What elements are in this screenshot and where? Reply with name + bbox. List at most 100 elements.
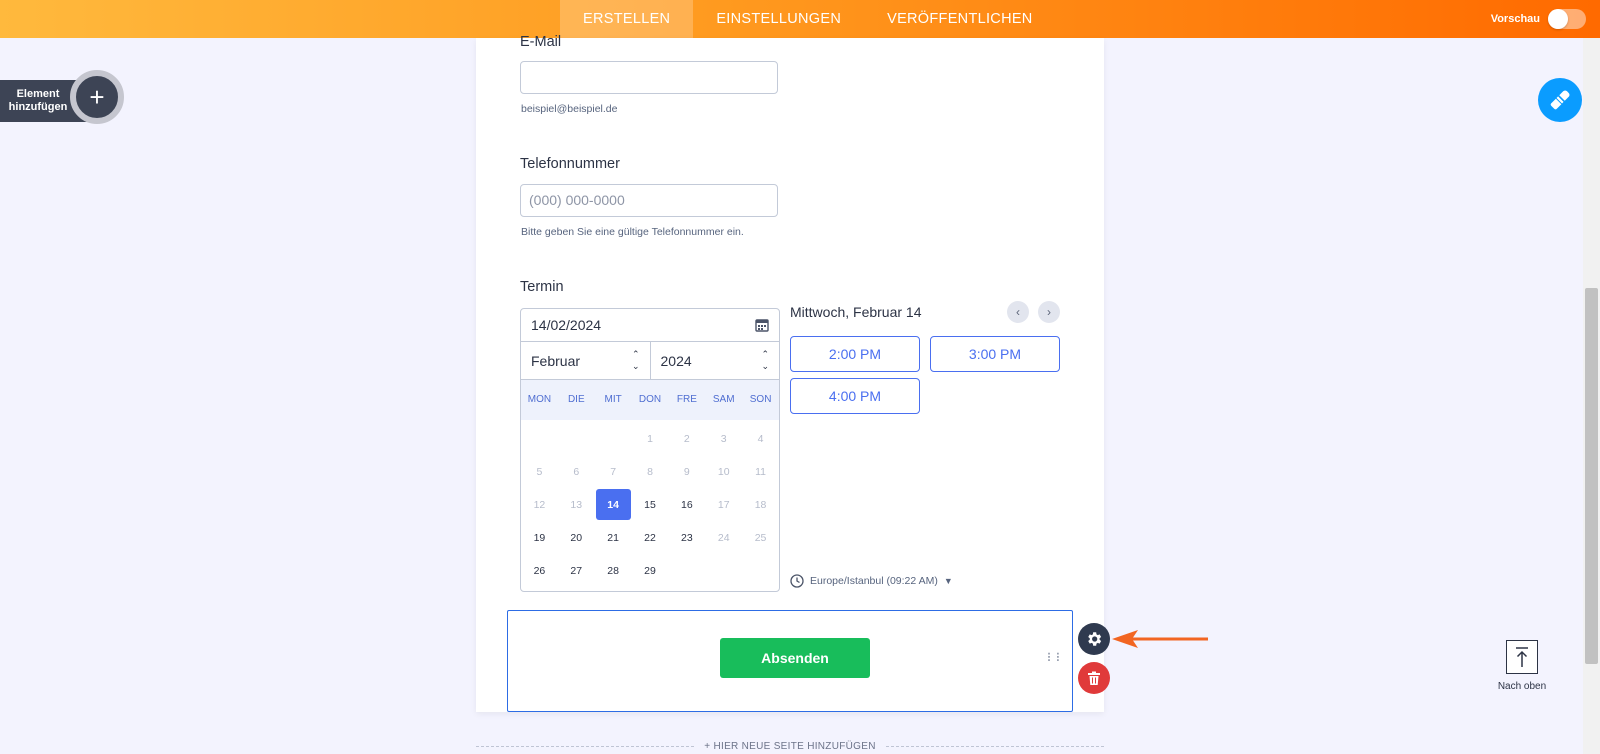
trash-icon <box>1088 671 1100 685</box>
month-value: Februar <box>531 353 581 369</box>
scrollbar-thumb[interactable] <box>1585 288 1598 664</box>
tab-erstellen[interactable]: ERSTELLEN <box>560 0 694 38</box>
calendar-day[interactable]: 28 <box>595 554 632 587</box>
form-designer-button[interactable] <box>1538 78 1582 122</box>
main-tabs: ERSTELLEN EINSTELLUNGEN VERÖFFENTLICHEN <box>560 0 1056 38</box>
calendar-empty-cell <box>521 422 558 455</box>
phone-sublabel: Bitte geben Sie eine gültige Telefonnumm… <box>521 226 744 238</box>
gear-icon <box>1088 632 1102 646</box>
scrollbar[interactable] <box>1583 38 1600 754</box>
calendar-empty-cell <box>668 554 705 587</box>
weekday-label: MIT <box>604 394 622 405</box>
calendar-empty-cell <box>705 554 742 587</box>
calendar-day[interactable]: 20 <box>558 521 595 554</box>
calendar-day: 13 <box>570 498 583 511</box>
calendar-empty-cell <box>558 422 595 455</box>
next-day-button[interactable]: › <box>1038 301 1060 323</box>
plus-icon[interactable]: + <box>70 70 124 124</box>
timezone-select[interactable]: Europe/Istanbul (09:22 AM) ▼ <box>790 574 953 588</box>
calendar-icon[interactable] <box>755 318 769 332</box>
preview-toggle[interactable] <box>1548 9 1586 29</box>
chevron-left-icon: ‹ <box>1016 305 1020 319</box>
year-spinner-icon[interactable]: ⌃ ⌄ <box>761 348 769 372</box>
calendar-day: 11 <box>755 465 767 478</box>
appointment-label: Termin <box>520 279 564 295</box>
calendar-day: 10 <box>717 465 730 478</box>
weekday-label: DIE <box>567 394 585 405</box>
divider <box>476 745 695 747</box>
paint-roller-icon <box>1550 90 1570 110</box>
field-settings-button[interactable] <box>1078 623 1110 655</box>
email-label: E-Mail <box>520 34 562 50</box>
toggle-knob <box>1548 9 1568 29</box>
calendar-day: 6 <box>573 465 580 478</box>
calendar-empty-cell <box>742 554 779 587</box>
calendar-day: 8 <box>647 465 653 478</box>
prev-day-button[interactable]: ‹ <box>1007 301 1029 323</box>
clock-icon <box>790 574 804 588</box>
submit-section[interactable]: Absenden ⠇⠇ <box>507 610 1073 712</box>
calendar-day: 18 <box>754 498 767 511</box>
drag-handle-icon[interactable]: ⠇⠇ <box>1046 652 1064 664</box>
weekday-label: SAM <box>712 394 735 405</box>
month-select[interactable]: Februar ⌃ ⌄ <box>521 342 650 379</box>
calendar-day: 5 <box>536 465 543 478</box>
month-spinner-icon[interactable]: ⌃ ⌄ <box>632 348 640 372</box>
calendar-day: 12 <box>533 498 546 511</box>
calendar-day[interactable]: 14 <box>595 488 632 521</box>
calendar-day[interactable]: 19 <box>521 521 558 554</box>
add-new-page-label: + HIER NEUE SEITE HINZUFÜGEN <box>704 740 876 752</box>
calendar-day[interactable]: 23 <box>668 521 705 554</box>
time-slot[interactable]: 2:00 PM <box>790 336 920 372</box>
timezone-value: Europe/Istanbul (09:22 AM) <box>810 575 938 587</box>
calendar-day: 9 <box>683 465 690 478</box>
phone-label: Telefonnummer <box>520 156 620 172</box>
year-select[interactable]: 2024 ⌃ ⌄ <box>649 342 780 379</box>
calendar-day[interactable]: 22 <box>632 521 669 554</box>
weekday-label: DON <box>638 394 662 405</box>
divider <box>885 745 1105 747</box>
calendar-day: 3 <box>720 432 727 445</box>
selected-day-title: Mittwoch, Februar 14 <box>790 304 922 320</box>
month-year-selects: Februar ⌃ ⌄ 2024 ⌃ ⌄ <box>521 342 779 380</box>
date-input[interactable]: 14/02/2024 <box>521 309 779 342</box>
calendar-day: 25 <box>754 531 767 544</box>
time-slot[interactable]: 3:00 PM <box>930 336 1060 372</box>
add-element-button[interactable]: Element hinzufügen + <box>0 70 124 124</box>
phone-field[interactable]: (000) 000-0000 <box>520 184 778 217</box>
calendar-day[interactable]: 26 <box>521 554 558 587</box>
weekday-label: SON <box>749 394 772 405</box>
calendar-day: 4 <box>757 432 764 445</box>
scroll-to-top-button[interactable]: Nach oben <box>1492 640 1552 692</box>
tab-einstellungen[interactable]: EINSTELLUNGEN <box>693 0 864 38</box>
calendar-empty-cell <box>595 422 632 455</box>
year-value: 2024 <box>660 353 692 369</box>
scroll-to-top-label: Nach oben <box>1497 681 1547 692</box>
add-new-page[interactable]: + HIER NEUE SEITE HINZUFÜGEN <box>476 739 1105 753</box>
calendar-day[interactable]: 27 <box>558 554 595 587</box>
calendar-day[interactable]: 29 <box>632 554 669 587</box>
delete-field-button[interactable] <box>1078 662 1110 694</box>
calendar-grid: 1 2 3 4 5 6 7 8 9 10 11 12 13 14 15 16 17 18 19 20 21 22 23 24 2… <box>521 420 779 587</box>
date-value: 14/02/2024 <box>531 317 602 333</box>
calendar-day: 2 <box>683 432 690 445</box>
calendar-day: 7 <box>610 465 617 478</box>
arrow-up-icon <box>1506 640 1538 674</box>
preview-label: Vorschau <box>1490 13 1540 25</box>
weekday-label: MON <box>527 394 552 405</box>
arrow-left-icon <box>1112 630 1208 648</box>
weekday-header: MON DIE MIT DON FRE SAM SON <box>521 380 779 420</box>
email-sublabel: beispiel@beispiel.de <box>521 103 618 115</box>
chevron-right-icon: › <box>1047 305 1051 319</box>
weekday-label: FRE <box>676 394 697 405</box>
calendar-day[interactable]: 21 <box>595 521 632 554</box>
submit-button[interactable]: Absenden <box>720 638 870 678</box>
top-bar: ERSTELLEN EINSTELLUNGEN VERÖFFENTLICHEN … <box>0 0 1600 38</box>
date-picker: 14/02/2024 Februar ⌃ ⌄ 2024 ⌃ ⌄ MON DIE MIT D… <box>520 308 780 592</box>
tab-veroeffentlichen[interactable]: VERÖFFENTLICHEN <box>864 0 1056 38</box>
preview-control: Vorschau <box>1491 0 1586 38</box>
calendar-day[interactable]: 15 <box>632 488 669 521</box>
calendar-day[interactable]: 16 <box>668 488 705 521</box>
email-field[interactable] <box>520 61 778 94</box>
time-slot[interactable]: 4:00 PM <box>790 378 920 414</box>
